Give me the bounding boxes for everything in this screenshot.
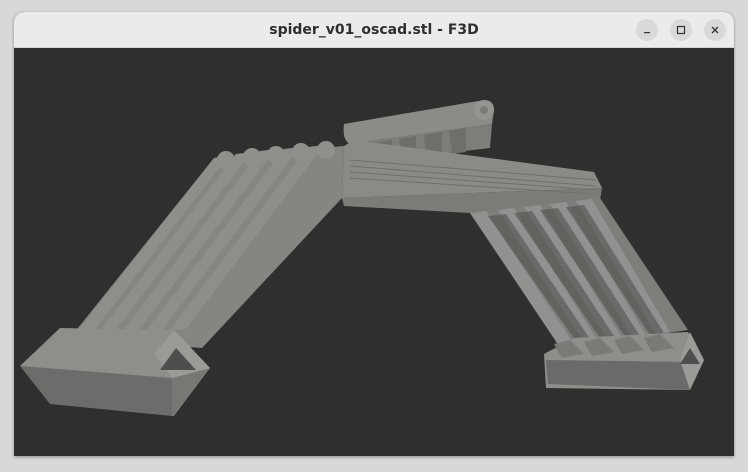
minimize-button[interactable] — [636, 19, 658, 41]
model-bridge — [342, 140, 602, 213]
model-right-leg — [470, 198, 688, 348]
title-bar[interactable]: spider_v01_oscad.stl - F3D — [14, 12, 734, 48]
window-title: spider_v01_oscad.stl - F3D — [269, 22, 479, 38]
close-icon — [710, 25, 720, 35]
stl-model-render — [20, 100, 704, 416]
app-window: spider_v01_oscad.stl - F3D — [14, 12, 734, 456]
close-button[interactable] — [704, 19, 726, 41]
model-left-leg — [70, 141, 344, 348]
minimize-icon — [642, 25, 652, 35]
3d-viewport[interactable] — [14, 48, 734, 456]
model-left-foot — [20, 328, 210, 416]
maximize-button[interactable] — [670, 19, 692, 41]
model-right-foot — [544, 332, 704, 390]
maximize-icon — [676, 25, 686, 35]
